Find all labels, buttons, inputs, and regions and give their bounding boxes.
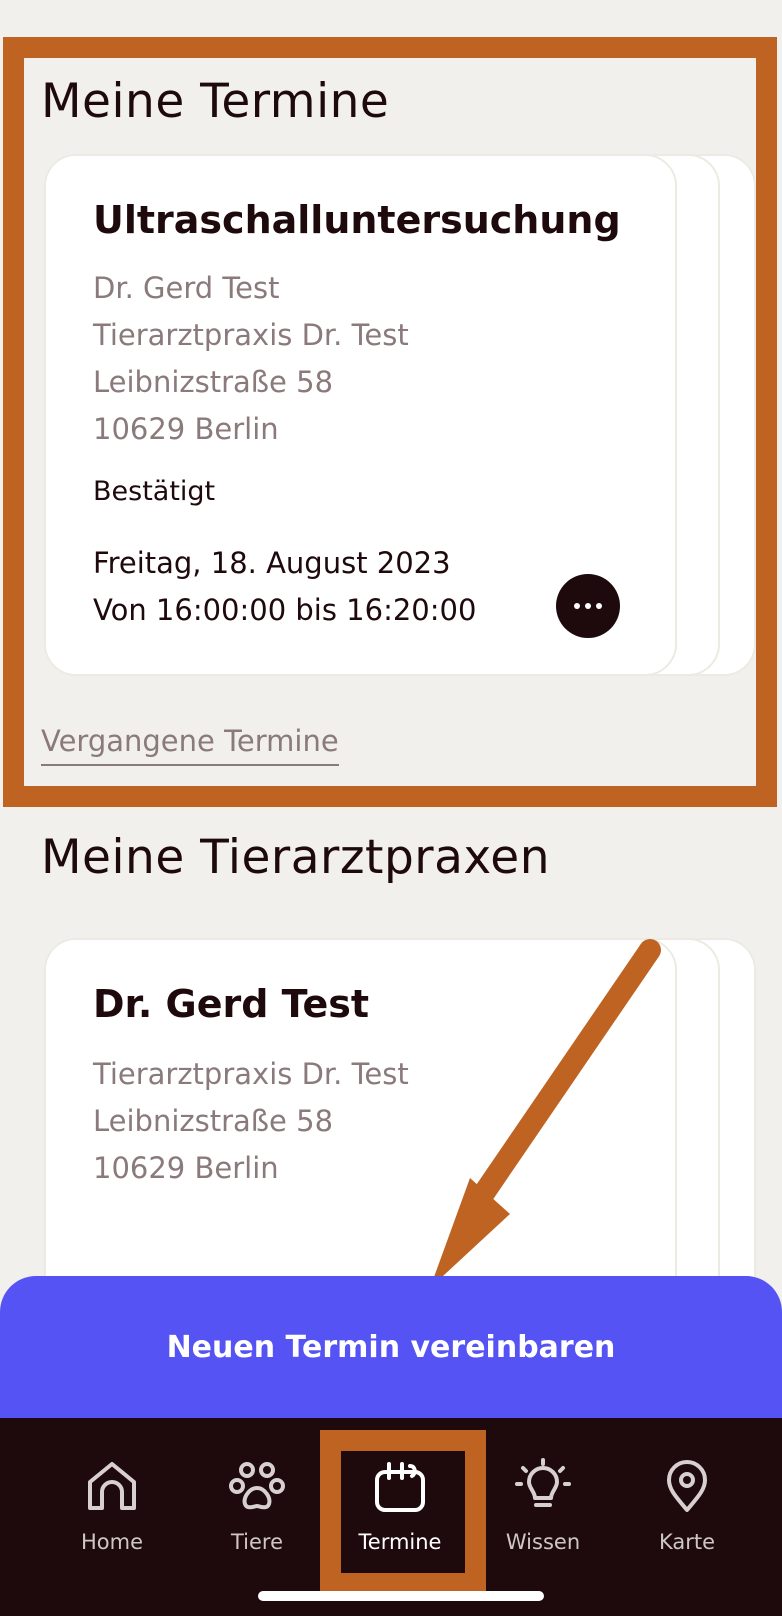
appointment-practice: Tierarztpraxis Dr. Test (93, 318, 409, 352)
appointment-card[interactable]: Ultraschalluntersuchung Dr. Gerd Test Ti… (44, 154, 677, 676)
more-icon-dot (585, 603, 591, 609)
tab-home-label: Home (80, 1530, 143, 1554)
home-indicator[interactable] (258, 1591, 544, 1601)
annotation-highlight-termine-tab (320, 1430, 486, 1594)
home-icon (88, 1462, 136, 1510)
tab-wissen-label: Wissen (505, 1530, 581, 1554)
tab-karte-label: Karte (658, 1530, 716, 1554)
tab-wissen[interactable]: Wissen (473, 1418, 613, 1578)
appointment-date: Freitag, 18. August 2023 (93, 546, 451, 580)
map-pin-icon (667, 1460, 707, 1512)
more-icon (574, 603, 580, 609)
more-options-button[interactable] (556, 574, 620, 638)
tab-tiere[interactable]: Tiere (187, 1418, 327, 1578)
past-appointments-link[interactable]: Vergangene Termine (41, 724, 339, 766)
paw-icon (229, 1462, 285, 1510)
appointment-status: Bestätigt (93, 476, 216, 507)
tab-karte[interactable]: Karte (617, 1418, 757, 1578)
practices-title: Meine Tierarztpraxen (41, 830, 550, 885)
practice-city: 10629 Berlin (93, 1151, 279, 1185)
practice-name: Tierarztpraxis Dr. Test (93, 1057, 409, 1091)
appointment-card-stack[interactable]: Ultraschalluntersuchung Dr. Gerd Test Ti… (44, 154, 756, 676)
appointment-street: Leibnizstraße 58 (93, 365, 334, 399)
practice-street: Leibnizstraße 58 (93, 1104, 334, 1138)
appointment-vet: Dr. Gerd Test (93, 271, 280, 305)
more-icon-dot (596, 603, 602, 609)
appointment-title: Ultraschalluntersuchung (93, 198, 621, 242)
new-appointment-button[interactable]: Neuen Termin vereinbaren (0, 1276, 782, 1418)
appointments-title: Meine Termine (41, 74, 390, 129)
practice-vet-name: Dr. Gerd Test (93, 982, 370, 1026)
lightbulb-icon (515, 1458, 571, 1507)
tab-home[interactable]: Home (42, 1418, 182, 1578)
tab-tiere-label: Tiere (230, 1530, 284, 1554)
appointment-time: Von 16:00:00 bis 16:20:00 (93, 593, 477, 627)
appointment-city: 10629 Berlin (93, 412, 279, 446)
